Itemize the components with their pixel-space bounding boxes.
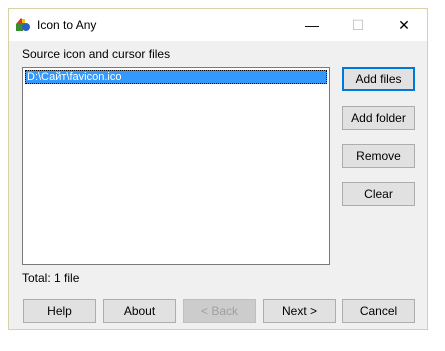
app-window: Icon to Any — ☐ ✕ Source icon and cursor…: [8, 8, 428, 330]
cancel-button[interactable]: Cancel: [342, 299, 415, 323]
about-button[interactable]: About: [103, 299, 176, 323]
remove-button[interactable]: Remove: [342, 144, 415, 168]
clear-button[interactable]: Clear: [342, 182, 415, 206]
window-title: Icon to Any: [37, 18, 97, 32]
minimize-button[interactable]: —: [289, 9, 335, 41]
maximize-button[interactable]: ☐: [335, 9, 381, 41]
add-folder-button[interactable]: Add folder: [342, 106, 415, 130]
app-icon: [15, 17, 31, 33]
maximize-icon: ☐: [351, 16, 365, 33]
close-icon: ✕: [398, 16, 410, 33]
next-button[interactable]: Next >: [263, 299, 336, 323]
total-files-status: Total: 1 file: [22, 271, 80, 285]
source-files-label: Source icon and cursor files: [22, 47, 171, 61]
close-button[interactable]: ✕: [381, 9, 427, 41]
source-files-list[interactable]: D:\Сайт\favicon.ico: [22, 67, 330, 265]
help-button[interactable]: Help: [23, 299, 96, 323]
title-bar[interactable]: Icon to Any — ☐ ✕: [9, 9, 427, 41]
back-button[interactable]: < Back: [183, 299, 256, 323]
add-files-button[interactable]: Add files: [342, 67, 415, 91]
minimize-icon: —: [305, 17, 319, 33]
list-item[interactable]: D:\Сайт\favicon.ico: [25, 70, 327, 84]
